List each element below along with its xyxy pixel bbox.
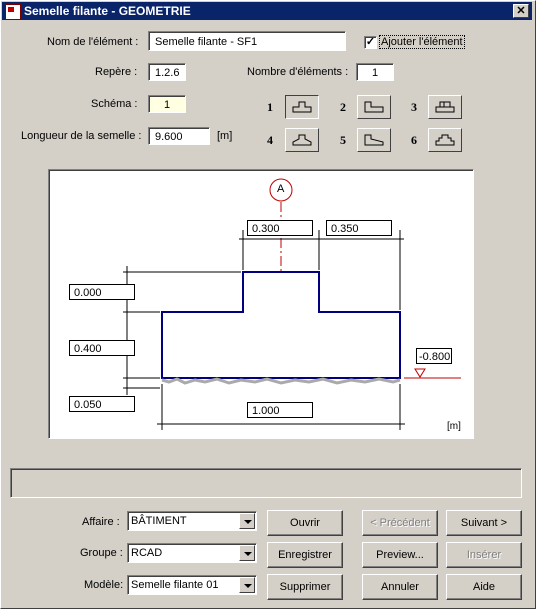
chevron-down-icon[interactable]: [239, 513, 255, 529]
annuler-button[interactable]: Annuler: [362, 574, 438, 600]
dim-left-3-input[interactable]: 0.050: [69, 396, 135, 412]
schema-button-3[interactable]: [428, 95, 462, 119]
tapered-icon: [292, 134, 312, 146]
schema-button-1[interactable]: [285, 95, 319, 119]
dim-left-1-input[interactable]: 0.000: [69, 284, 135, 300]
affaire-label: Affaire :: [82, 516, 120, 528]
inserer-button[interactable]: Insérer: [446, 542, 522, 568]
groupe-select[interactable]: RCAD: [127, 543, 257, 563]
window-title: Semelle filante - GEOMETRIE: [24, 4, 191, 18]
dim-top-right-input[interactable]: 0.350: [326, 220, 392, 236]
schema-button-5[interactable]: [357, 128, 391, 152]
schema-num-6: 6: [411, 133, 417, 147]
groupe-value: RCAD: [131, 547, 163, 559]
schema-button-2[interactable]: [357, 95, 391, 119]
suivant-button[interactable]: Suivant >: [446, 510, 522, 536]
nom-element-input[interactable]: Semelle filante - SF1: [148, 31, 346, 51]
longueur-input[interactable]: 9.600: [148, 127, 210, 145]
tapered-l-icon: [364, 134, 384, 146]
chevron-down-icon[interactable]: [239, 545, 255, 561]
chevron-down-icon[interactable]: [239, 577, 255, 593]
ajouter-label[interactable]: Ajouter l'élément: [379, 35, 465, 49]
precedent-button[interactable]: < Précédent: [362, 510, 438, 536]
aide-button[interactable]: Aide: [446, 574, 522, 600]
schema-num-2: 2: [340, 100, 346, 114]
footing-shape: [161, 271, 401, 379]
dim-left-2-input[interactable]: 0.400: [69, 340, 135, 356]
nombre-label: Nombre d'éléments :: [247, 66, 349, 78]
level-marker-icon: [414, 368, 426, 378]
preview-button[interactable]: Preview...: [362, 542, 438, 568]
modele-label: Modèle:: [84, 579, 124, 591]
dim-top-left-input[interactable]: 0.300: [247, 220, 313, 236]
repere-input[interactable]: 1.2.6: [148, 63, 186, 81]
modele-select[interactable]: Semelle filante 01: [127, 575, 257, 595]
title-bar[interactable]: Semelle filante - GEOMETRIE ✕: [2, 2, 532, 20]
affaire-value: BÂTIMENT: [131, 515, 187, 527]
nombre-input[interactable]: 1: [356, 63, 394, 81]
schema-button-4[interactable]: [285, 128, 319, 152]
l-shape-icon: [364, 101, 384, 113]
supprimer-button[interactable]: Supprimer: [267, 574, 343, 600]
schema-num-1: 1: [267, 100, 273, 114]
ground-hatch: [161, 377, 401, 385]
schema-num-5: 5: [340, 133, 346, 147]
app-icon: [5, 4, 21, 20]
schema-label: Schéma :: [91, 98, 138, 110]
level-input[interactable]: -0.800: [416, 348, 452, 364]
groupe-label: Groupe :: [80, 547, 123, 559]
drawing-unit: [m]: [447, 421, 461, 432]
nom-label: Nom de l'élément :: [47, 36, 139, 48]
offset-step-icon: [435, 101, 455, 113]
longueur-unit: [m]: [217, 130, 233, 142]
schema-button-6[interactable]: [428, 128, 462, 152]
schema-num-4: 4: [267, 133, 273, 147]
close-button[interactable]: ✕: [513, 4, 529, 18]
affaire-select[interactable]: BÂTIMENT: [127, 511, 257, 531]
inverted-t-icon: [292, 101, 312, 113]
schema-input[interactable]: 1: [148, 95, 186, 113]
repere-label: Repère :: [95, 66, 138, 78]
enregistrer-button[interactable]: Enregistrer: [267, 542, 343, 568]
stepped-icon: [435, 134, 455, 146]
geometry-drawing: A 0.300 0.350 0.000 0.400 0.050 1.000 -0…: [48, 169, 474, 439]
ajouter-checkbox[interactable]: ✓: [364, 36, 377, 49]
dim-bottom-input[interactable]: 1.000: [247, 402, 313, 418]
modele-value: Semelle filante 01: [131, 579, 219, 591]
ouvrir-button[interactable]: Ouvrir: [267, 510, 343, 536]
schema-num-3: 3: [411, 100, 417, 114]
status-bar: [10, 468, 522, 498]
axis-label: A: [277, 183, 285, 195]
longueur-label: Longueur de la semelle :: [21, 130, 142, 142]
